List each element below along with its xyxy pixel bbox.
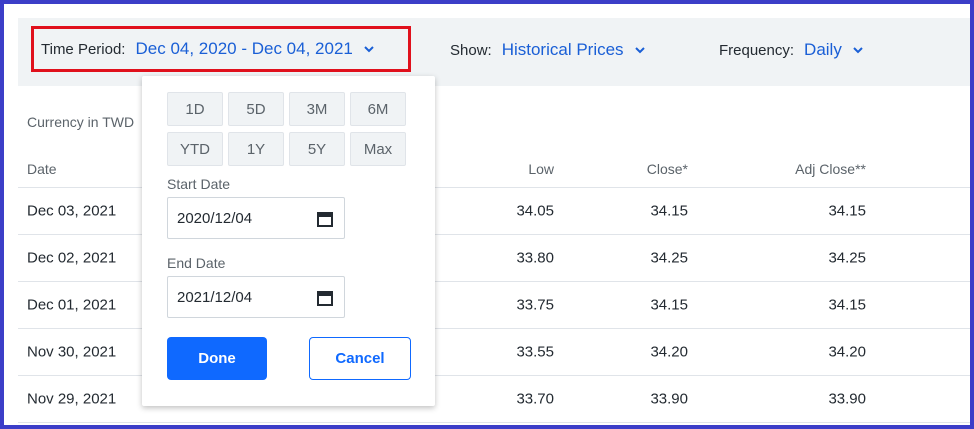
cell-low: 33.70: [516, 390, 554, 408]
time-period-label: Time Period:: [41, 40, 126, 58]
header-date: Date: [27, 160, 57, 177]
cell-date: Dec 02, 2021: [27, 249, 117, 267]
show-label: Show:: [450, 41, 492, 59]
range-5y-button[interactable]: 5Y: [289, 132, 345, 166]
cell-adj-close: 34.20: [828, 343, 866, 361]
cell-date: Nov 29, 2021: [27, 390, 117, 408]
cell-low: 34.05: [516, 202, 554, 220]
range-6m-button[interactable]: 6M: [350, 92, 406, 126]
cell-date: Nov 30, 2021: [27, 343, 117, 361]
date-range-popup: 1D 5D 3M 6M YTD 1Y 5Y Max Start Date 202…: [142, 76, 435, 406]
cell-adj-close: 34.25: [828, 249, 866, 267]
end-date-label: End Date: [167, 255, 226, 271]
cell-adj-close: 34.15: [828, 296, 866, 314]
range-1d-button[interactable]: 1D: [167, 92, 223, 126]
cell-close: 34.15: [650, 202, 688, 220]
chevron-down-icon[interactable]: [634, 44, 646, 56]
range-max-button[interactable]: Max: [350, 132, 406, 166]
range-ytd-button[interactable]: YTD: [167, 132, 223, 166]
chevron-down-icon[interactable]: [852, 44, 864, 56]
cell-adj-close: 34.15: [828, 202, 866, 220]
range-5d-button[interactable]: 5D: [228, 92, 284, 126]
range-1y-button[interactable]: 1Y: [228, 132, 284, 166]
range-3m-button[interactable]: 3M: [289, 92, 345, 126]
done-button[interactable]: Done: [167, 337, 267, 380]
cell-close: 34.25: [650, 249, 688, 267]
cancel-button[interactable]: Cancel: [309, 337, 411, 380]
show-value[interactable]: Historical Prices: [502, 40, 624, 60]
calendar-icon[interactable]: [316, 210, 334, 232]
cell-close: 34.15: [650, 296, 688, 314]
time-period-selector[interactable]: Time Period: Dec 04, 2020 - Dec 04, 2021: [31, 26, 411, 72]
start-date-value: 2020/12/04: [177, 209, 253, 227]
cell-low: 33.75: [516, 296, 554, 314]
frequency-value[interactable]: Daily: [804, 40, 842, 60]
frequency-label: Frequency:: [719, 41, 795, 59]
cell-low: 33.55: [516, 343, 554, 361]
cell-close: 33.90: [650, 390, 688, 408]
start-date-label: Start Date: [167, 176, 231, 192]
currency-note: Currency in TWD: [27, 114, 135, 130]
calendar-icon[interactable]: [316, 289, 334, 311]
show-selector[interactable]: Show: Historical Prices: [450, 40, 646, 60]
header-close: Close*: [646, 160, 688, 177]
frequency-selector[interactable]: Frequency: Daily: [719, 40, 864, 60]
cell-low: 33.80: [516, 249, 554, 267]
cell-date: Dec 01, 2021: [27, 296, 117, 314]
range-presets: 1D 5D 3M 6M YTD 1Y 5Y Max: [167, 92, 406, 166]
cell-date: Dec 03, 2021: [27, 202, 117, 220]
start-date-input[interactable]: 2020/12/04: [167, 197, 345, 239]
time-period-value[interactable]: Dec 04, 2020 - Dec 04, 2021: [135, 39, 352, 59]
end-date-input[interactable]: 2021/12/04: [167, 276, 345, 318]
chevron-down-icon[interactable]: [363, 43, 375, 55]
header-adj-close: Adj Close**: [795, 160, 866, 177]
end-date-value: 2021/12/04: [177, 288, 253, 306]
screenshot-frame: Time Period: Dec 04, 2020 - Dec 04, 2021…: [0, 0, 974, 429]
cell-close: 34.20: [650, 343, 688, 361]
header-low: Low: [528, 160, 554, 177]
cell-adj-close: 33.90: [828, 390, 866, 408]
